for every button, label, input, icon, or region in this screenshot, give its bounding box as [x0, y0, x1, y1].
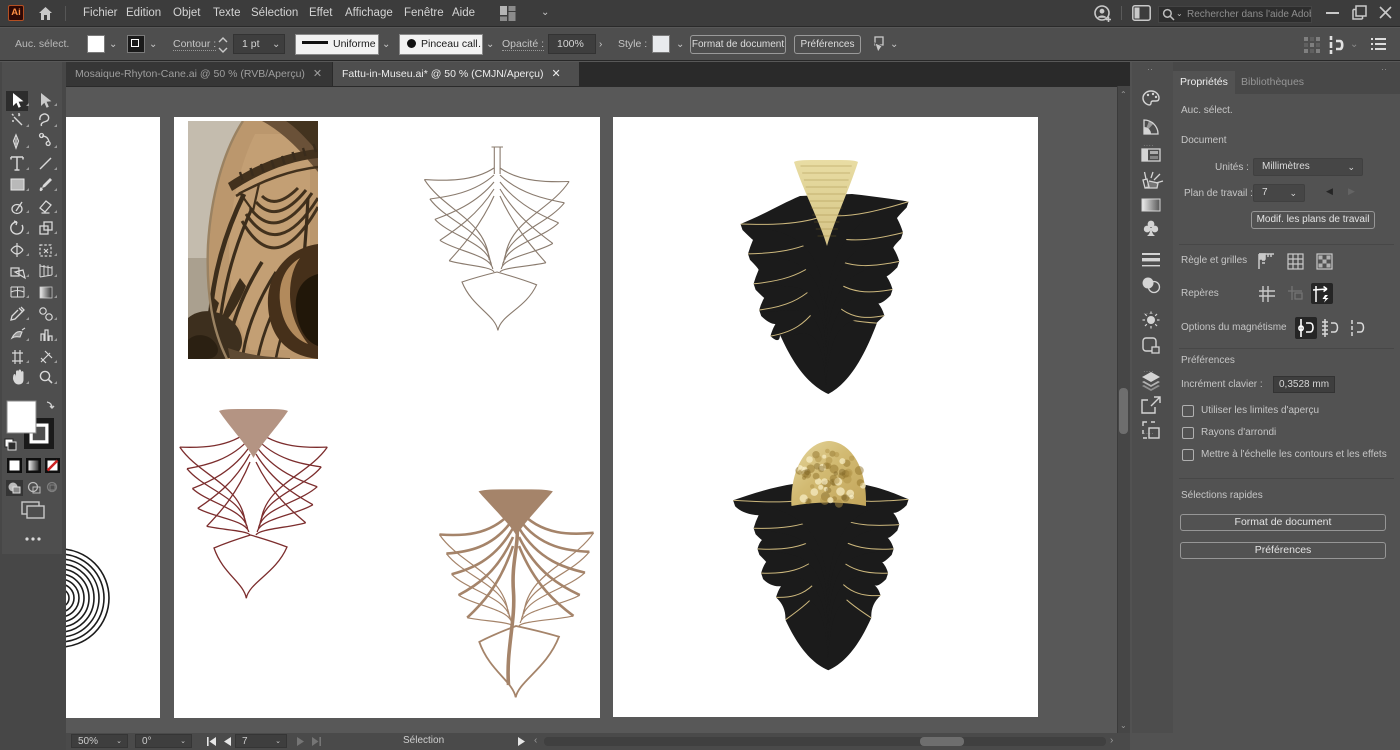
svg-text:‥‥: ‥‥ [1143, 307, 1154, 316]
svg-text:‥: ‥ [1147, 62, 1153, 72]
svg-text:‥‥: ‥‥ [1143, 139, 1154, 148]
